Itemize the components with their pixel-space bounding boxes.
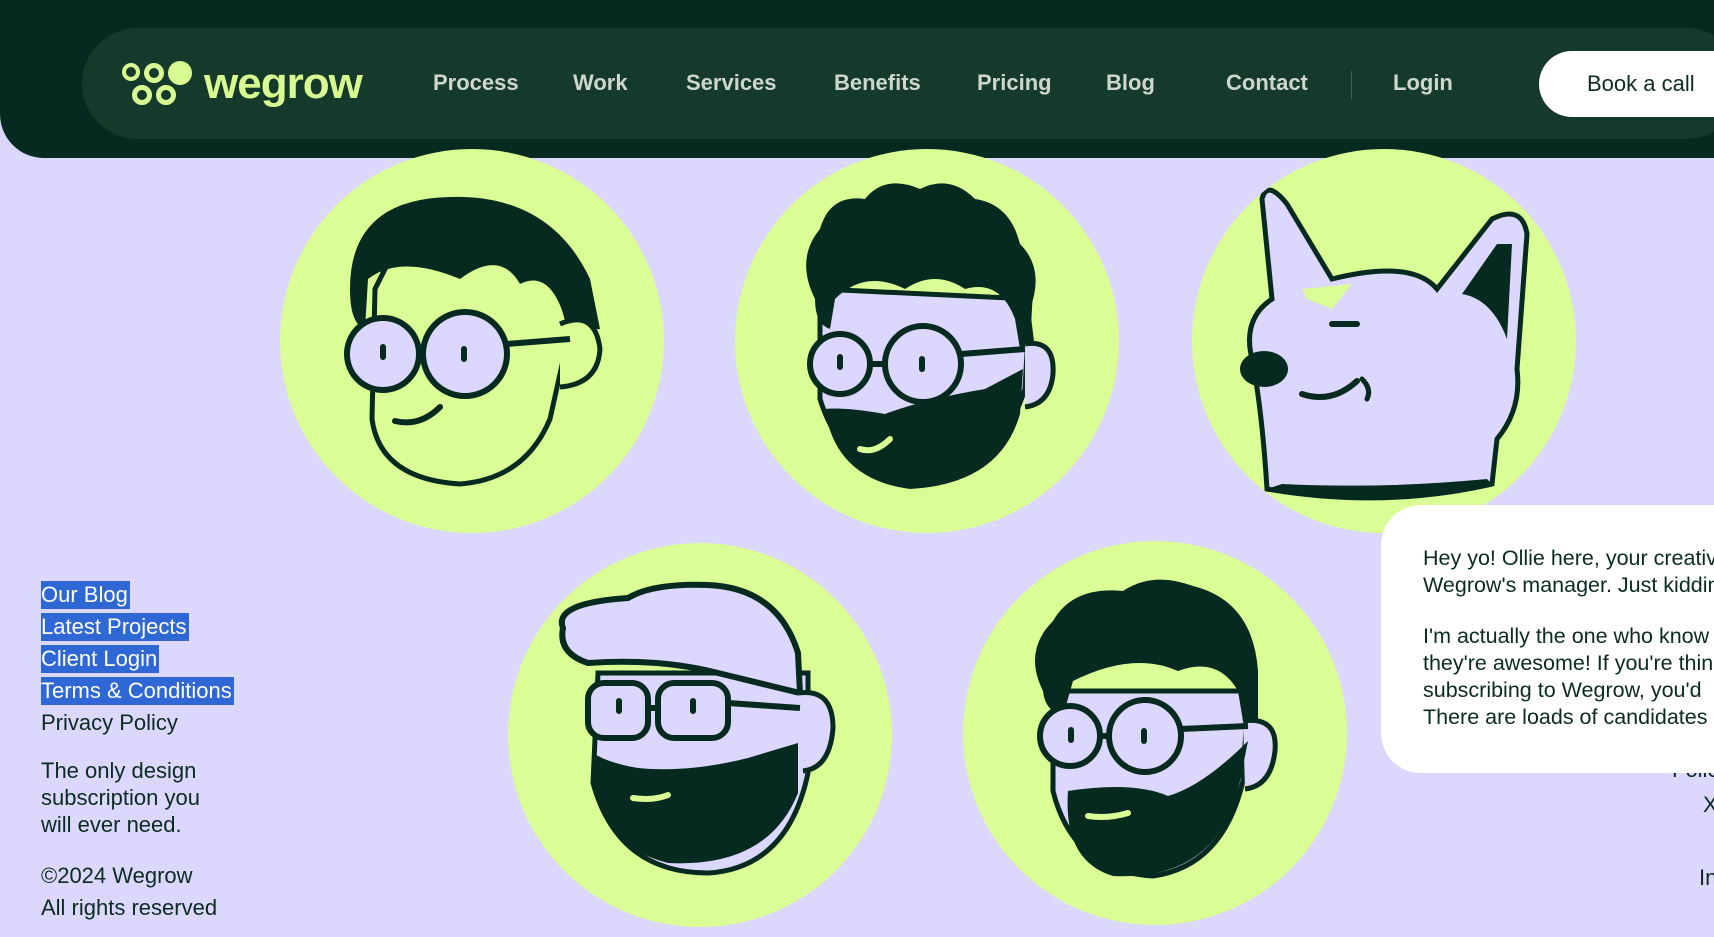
avatar-curly-bearded-man	[735, 149, 1119, 533]
nav-contact[interactable]: Contact	[1226, 70, 1308, 96]
nav-services[interactable]: Services	[686, 70, 777, 96]
chat-paragraph-2: I'm actually the one who know they're aw…	[1423, 624, 1714, 729]
nav-work[interactable]: Work	[573, 70, 628, 96]
footer-x-link[interactable]: X	[1703, 792, 1714, 818]
nav-pricing[interactable]: Pricing	[977, 70, 1052, 96]
nav-login[interactable]: Login	[1393, 70, 1453, 96]
footer-link-our-blog[interactable]: Our Blog	[41, 581, 130, 609]
footer-instagram-link[interactable]: In	[1699, 865, 1714, 891]
chat-paragraph-1: Hey yo! Ollie here, your creative Wegrow…	[1423, 546, 1714, 597]
footer-tagline: The only design subscription you will ev…	[41, 758, 200, 837]
bearded-man-illustration	[1035, 579, 1278, 879]
chat-bubble: Hey yo! Ollie here, your creative Wegrow…	[1381, 505, 1714, 773]
nav-blog[interactable]: Blog	[1106, 70, 1155, 96]
footer-copyright: ©2024 Wegrow All rights reserved	[41, 863, 218, 920]
footer-link-terms[interactable]: Terms & Conditions	[41, 677, 234, 705]
footer-links: Our Blog Latest Projects Client Login Te…	[41, 581, 281, 924]
avatar-glasses-man	[280, 149, 664, 533]
nav-process[interactable]: Process	[433, 70, 519, 96]
cap-man-illustration	[558, 581, 836, 876]
nav-benefits[interactable]: Benefits	[834, 70, 921, 96]
avatar-cap-bearded-man	[508, 543, 892, 927]
top-header: wegrow Process Work Services Benefits Pr…	[0, 0, 1714, 158]
avatar-dog-ollie	[1192, 149, 1576, 533]
dog-illustration	[1240, 187, 1530, 501]
navigation-bar: wegrow Process Work Services Benefits Pr…	[82, 28, 1714, 139]
avatar-bearded-man-glasses	[963, 541, 1347, 925]
nav-divider	[1351, 71, 1352, 99]
footer-link-privacy-policy[interactable]: Privacy Policy	[41, 709, 180, 737]
logo-dots-icon	[122, 61, 192, 107]
footer-link-latest-projects[interactable]: Latest Projects	[41, 613, 189, 641]
wegrow-logo[interactable]: wegrow	[122, 59, 363, 108]
book-a-call-button[interactable]: Book a call	[1539, 51, 1714, 117]
curly-man-illustration	[806, 183, 1056, 489]
footer-link-client-login[interactable]: Client Login	[41, 645, 160, 673]
logo-wordmark: wegrow	[204, 59, 363, 108]
glasses-man-illustration	[344, 196, 603, 487]
